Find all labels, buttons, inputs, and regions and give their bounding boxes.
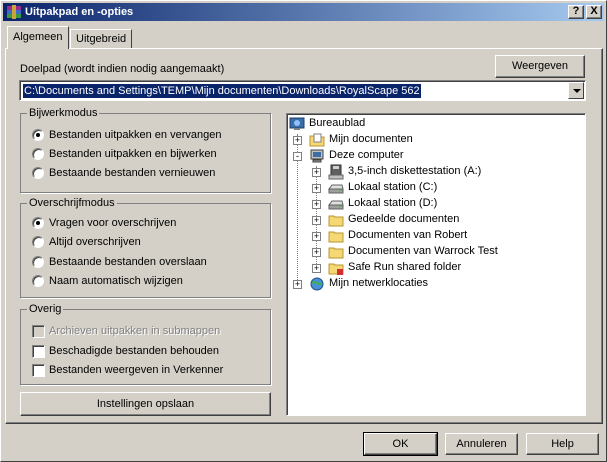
dialog-window: Uitpakpad en -opties ? X Algemeen Uitgeb… (0, 0, 607, 462)
title-bar[interactable]: Uitpakpad en -opties ? X (3, 3, 604, 21)
help-title-button[interactable]: ? (568, 5, 584, 19)
tab-panel (5, 48, 603, 424)
winrar-app-icon (7, 5, 21, 19)
tab-uitgebreid[interactable]: Uitgebreid (70, 29, 133, 48)
tab-algemeen-label: Algemeen (13, 31, 63, 43)
cancel-button[interactable]: Annuleren (445, 433, 518, 455)
close-title-button[interactable]: X (586, 5, 602, 19)
ok-button[interactable]: OK (363, 432, 438, 456)
tab-uitgebreid-label: Uitgebreid (76, 33, 127, 45)
window-title: Uitpakpad en -opties (25, 6, 134, 18)
tab-algemeen[interactable]: Algemeen (7, 26, 69, 49)
help-button[interactable]: Help (526, 433, 599, 455)
